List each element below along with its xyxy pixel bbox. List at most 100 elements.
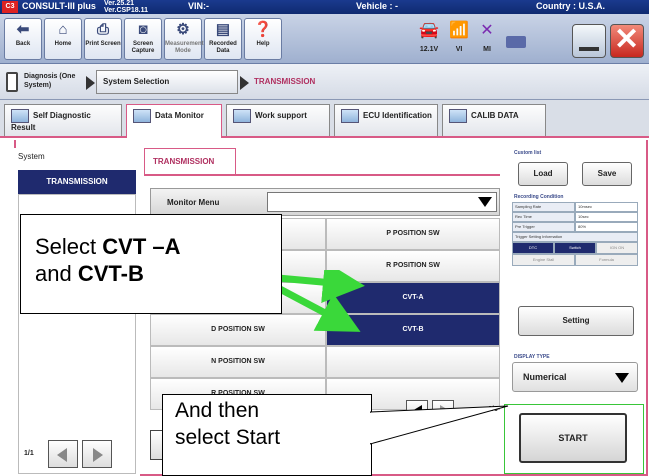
display-type-select[interactable]: Numerical bbox=[512, 362, 638, 392]
vin-label: VIN:- bbox=[188, 1, 209, 11]
monitor-item-n-position-sw[interactable]: N POSITION SW bbox=[150, 346, 326, 378]
rec-key: Sampling Rate bbox=[512, 202, 575, 212]
voltage-label: 12.1V bbox=[419, 46, 439, 53]
back-arrow-icon: ⬅ bbox=[16, 21, 30, 38]
callout-text: Select bbox=[35, 234, 103, 259]
monitor-menu-select[interactable] bbox=[267, 192, 497, 212]
screen-capture-button[interactable]: ◙ Screen Capture bbox=[124, 18, 162, 60]
load-button[interactable]: Load bbox=[518, 162, 568, 186]
trigger-dtc[interactable]: DTC bbox=[512, 242, 554, 254]
vehicle-label: Vehicle : - bbox=[356, 1, 399, 11]
callout-line-1: Select CVT –A bbox=[35, 233, 281, 260]
version-2: Ver.CSP18.11 bbox=[104, 7, 148, 14]
breadcrumb-system-selection[interactable]: System Selection bbox=[96, 70, 238, 94]
rec-key: Rec Time bbox=[512, 212, 575, 222]
breadcrumb: Diagnosis (One System) System Selection … bbox=[0, 64, 649, 100]
mi-disconnected-icon: ✕ bbox=[480, 22, 494, 39]
tab-work-support[interactable]: Work support bbox=[226, 104, 330, 136]
home-button[interactable]: ⌂ Home bbox=[44, 18, 82, 60]
save-button[interactable]: Save bbox=[582, 162, 632, 186]
callout-line-2: select Start bbox=[175, 426, 281, 449]
battery-icon bbox=[506, 36, 526, 48]
camera-icon: ◙ bbox=[138, 21, 148, 38]
rec-row: Rec Time 10sec bbox=[512, 212, 638, 222]
measurement-mode-button[interactable]: ⚙ Measurement Mode bbox=[164, 18, 204, 60]
print-screen-button[interactable]: ⎙ Print Screen bbox=[84, 18, 122, 60]
tab-data-monitor[interactable]: Data Monitor bbox=[126, 104, 222, 138]
minimize-button[interactable] bbox=[572, 24, 606, 58]
start-button[interactable]: START bbox=[519, 413, 627, 463]
home-label: Home bbox=[54, 41, 72, 47]
monitor-menu-row: Monitor Menu bbox=[150, 188, 500, 216]
mi-label: MI bbox=[483, 46, 491, 53]
tab-label: Data Monitor bbox=[155, 111, 204, 121]
breadcrumb-diagnosis[interactable]: Diagnosis (One System) bbox=[24, 72, 82, 96]
close-icon: ✕ bbox=[614, 23, 640, 56]
help-button[interactable]: ❓ Help bbox=[244, 18, 282, 60]
work-support-icon bbox=[233, 109, 251, 123]
monitor-item-p-position-sw[interactable]: P POSITION SW bbox=[326, 218, 500, 250]
rec-value: 80% bbox=[575, 222, 638, 232]
arrow-to-cvt-a bbox=[277, 270, 365, 304]
dropdown-arrow-icon bbox=[478, 197, 492, 207]
custom-list-label: Custom list bbox=[514, 150, 542, 156]
print-label: Print Screen bbox=[85, 41, 121, 47]
monitor-icon bbox=[133, 109, 151, 123]
rec-value: 10msec bbox=[575, 202, 638, 212]
recorded-data-button[interactable]: ▤ Recorded Data bbox=[204, 18, 242, 60]
callout-text: and bbox=[35, 261, 78, 286]
transmission-tab[interactable]: TRANSMISSION bbox=[144, 148, 236, 174]
system-item-transmission[interactable]: TRANSMISSION bbox=[18, 170, 136, 194]
trigger-switch[interactable]: Switch bbox=[554, 242, 596, 254]
callout-pointer-shape bbox=[370, 405, 509, 445]
back-button[interactable]: ⬅ Back bbox=[4, 18, 42, 60]
close-button[interactable]: ✕ bbox=[610, 23, 644, 58]
rec-row: Sampling Rate 10msec bbox=[512, 202, 638, 212]
trigger-engine-stall[interactable]: Engine Stall bbox=[512, 254, 575, 266]
trigger-ign-on[interactable]: IGN ON bbox=[596, 242, 638, 254]
dropdown-arrow-icon bbox=[615, 373, 629, 383]
tab-calib-data[interactable]: CALIB DATA bbox=[442, 104, 546, 136]
version-1: Ver.25.21 bbox=[104, 0, 134, 7]
vi-label: VI bbox=[455, 46, 463, 53]
tab-ecu-identification[interactable]: ECU Identification bbox=[334, 104, 438, 136]
system-prev-button[interactable] bbox=[48, 440, 78, 468]
trigger-formula[interactable]: Formula bbox=[575, 254, 638, 266]
rec-key: Trigger Setting Information bbox=[512, 232, 638, 242]
callout-pointer bbox=[370, 405, 509, 445]
breadcrumb-transmission: TRANSMISSION bbox=[254, 77, 316, 86]
device-icon bbox=[6, 72, 18, 92]
back-label: Back bbox=[15, 41, 31, 47]
setting-button[interactable]: Setting bbox=[518, 306, 634, 336]
measurement-label: Measurement Mode bbox=[165, 41, 204, 54]
recording-condition-label: Recording Condition bbox=[514, 194, 564, 200]
trigger-options: DTC Switch IGN ON bbox=[512, 242, 638, 254]
diagnostic-icon bbox=[11, 109, 29, 123]
recorded-label: Recorded Data bbox=[209, 41, 237, 54]
app-name: CONSULT-III plus bbox=[22, 1, 96, 11]
help-label: Help bbox=[256, 41, 270, 47]
monitor-menu-label: Monitor Menu bbox=[167, 198, 220, 207]
rec-key: Pre Trigger bbox=[512, 222, 575, 232]
arrow-to-cvt-b bbox=[276, 284, 361, 332]
car-battery-icon: 🚘 bbox=[419, 22, 439, 39]
display-type-label: DISPLAY TYPE bbox=[514, 354, 550, 360]
recording-condition-table: Sampling Rate 10msec Rec Time 10sec Pre Tr… bbox=[512, 202, 638, 266]
ecu-icon bbox=[341, 109, 359, 123]
country-label: Country : U.S.A. bbox=[536, 1, 605, 11]
trigger-options-2: Engine Stall Formula bbox=[512, 254, 638, 266]
version-info: Ver.25.21 Ver.CSP18.11 bbox=[104, 0, 148, 14]
home-icon: ⌂ bbox=[58, 21, 68, 38]
tab-label: CALIB DATA bbox=[471, 111, 519, 121]
tab-self-diagnostic[interactable]: Self Diagnostic Result bbox=[4, 104, 122, 136]
breadcrumb-arrow-icon bbox=[86, 76, 95, 90]
tab-underline bbox=[144, 174, 500, 176]
measurement-icon: ⚙ bbox=[176, 21, 190, 38]
green-arrows bbox=[276, 270, 365, 332]
calib-icon bbox=[449, 109, 467, 123]
system-next-button[interactable] bbox=[82, 440, 112, 468]
next-arrow-icon bbox=[93, 448, 103, 462]
instruction-callout-select: Select CVT –A and CVT-B bbox=[20, 214, 282, 314]
callout-bold-text: CVT –A bbox=[102, 234, 181, 259]
monitor-item[interactable] bbox=[326, 346, 500, 378]
